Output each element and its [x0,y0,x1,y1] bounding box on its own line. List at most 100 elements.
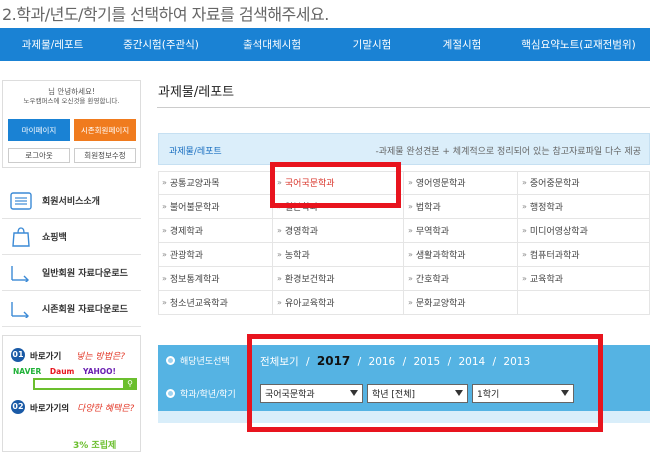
portal-logos: NAVER Daum YAHOO! [13,367,116,376]
double-chevron-icon: » [408,274,413,283]
side-menu-label: 쇼핑백 [42,233,67,243]
nav-item-attendance[interactable]: 출석대체시험 [217,28,327,61]
radio-icon[interactable] [166,356,175,365]
nav-item-summary-notes[interactable]: 핵심요약노트(교재전범위) [507,28,650,61]
banner-number-2: 02 [11,400,25,414]
department-item[interactable]: » 미디어영상학과 [518,219,650,243]
department-label: 영어영문학과 [415,179,466,189]
department-label: 경제학과 [169,227,204,237]
department-label: 경영학과 [284,227,319,237]
department-item[interactable]: » 중어중문학과 [518,171,650,195]
category-header: 과제물/레포트 -과제물 완성견본 + 체계적으로 정리되어 있는 참고자료파일… [158,133,650,165]
department-item[interactable]: » 문화교양학과 [404,291,518,315]
double-chevron-icon: » [522,202,527,211]
department-item[interactable]: » 교육학과 [518,267,650,291]
welcome-text: 노우캠퍼스에 오신것을 환영합니다. [23,97,120,105]
department-item[interactable]: » 공통교양과목 [158,171,273,195]
banner-hand-text-1: 넣는 방법은? [76,352,126,362]
department-item[interactable]: » 경영학과 [273,219,404,243]
double-chevron-icon: » [277,298,282,307]
department-label: 행정학과 [529,203,564,213]
department-item[interactable]: » 농학과 [273,243,404,267]
department-label: 농학과 [284,251,310,261]
department-item[interactable]: » 경제학과 [158,219,273,243]
banner-number-1: 01 [11,348,25,362]
department-item[interactable]: » 관광학과 [158,243,273,267]
double-chevron-icon: » [408,202,413,211]
department-item[interactable]: » 청소년교육학과 [158,291,273,315]
category-header-title: 과제물/레포트 [169,147,222,157]
arrow-right-icon [8,262,34,284]
department-item[interactable]: » 법학과 [404,195,518,219]
banner-bottom-text: 3% 조립제 [73,441,117,451]
logout-button[interactable]: 로그아웃 [8,148,70,163]
radio-icon[interactable] [166,389,175,398]
double-chevron-icon: » [522,250,527,259]
greeting: 님 안녕하세요! [48,87,95,96]
department-item[interactable]: » 행정학과 [518,195,650,219]
side-menu-label: 일반회원 자료다운로드 [42,269,128,279]
banner-text-1: 바로가기 [30,352,62,362]
yahoo-logo: YAHOO! [82,367,116,376]
double-chevron-icon: » [162,226,167,235]
double-chevron-icon: » [277,250,282,259]
double-chevron-icon: » [408,178,413,187]
department-label: 환경보건학과 [284,275,335,285]
double-chevron-icon: » [408,226,413,235]
department-label: 불어불문학과 [169,203,220,213]
title-divider [157,107,650,108]
side-menu-label: 시존회원 자료다운로드 [42,305,128,315]
banner-hand-text-2: 다양한 혜택은? [77,404,135,414]
edit-info-button[interactable]: 회원정보수정 [74,148,136,163]
department-item[interactable]: » 컴퓨터과학과 [518,243,650,267]
department-label: 교육학과 [529,275,564,285]
department-item[interactable]: » 정보통계학과 [158,267,273,291]
department-label: 청소년교육학과 [169,299,228,309]
department-label: 컴퓨터과학과 [529,251,580,261]
department-label: 유아교육학과 [284,299,335,309]
department-item [518,291,650,315]
department-label: 간호학과 [415,275,450,285]
department-label: 정보통계학과 [169,275,220,285]
department-label: 중어중문학과 [529,179,580,189]
department-item[interactable]: » 유아교육학과 [273,291,404,315]
shopping-bag-icon [8,226,34,248]
double-chevron-icon: » [522,178,527,187]
double-chevron-icon: » [408,298,413,307]
side-menu-general-download[interactable]: 일반회원 자료다운로드 [2,255,141,291]
department-item[interactable]: » 무역학과 [404,219,518,243]
banner-search-box[interactable]: ⚲ [33,378,137,390]
login-box: 님 안녕하세요! 노우캠퍼스에 오신것을 환영합니다. 마이페이지 시존회원페이… [2,80,141,168]
nav-item-report[interactable]: 과제물/레포트 [0,28,105,61]
department-item[interactable]: » 환경보건학과 [273,267,404,291]
nav-item-seasonal[interactable]: 계절시험 [417,28,507,61]
double-chevron-icon: » [162,274,167,283]
double-chevron-icon: » [162,250,167,259]
search-icon[interactable]: ⚲ [123,378,137,390]
department-item[interactable]: » 간호학과 [404,267,518,291]
department-label: 법학과 [415,203,441,213]
side-menu-shopping-bag[interactable]: 쇼핑백 [2,219,141,255]
mypage-button[interactable]: 마이페이지 [8,119,70,141]
double-chevron-icon: » [162,178,167,187]
banner-text-2: 바로가기의 [30,404,70,414]
page-title: 과제물/레포트 [158,85,235,100]
list-icon [8,190,34,212]
dept-filter-label: 학과/학년/학기 [166,387,236,400]
bookmark-banner[interactable]: 01 바로가기 넣는 방법은? NAVER Daum YAHOO! ⚲ 02 바… [2,335,141,452]
nav-item-midterm[interactable]: 중간시험(주관식) [105,28,217,61]
nav-item-final[interactable]: 기말시험 [327,28,417,61]
member-page-button[interactable]: 시존회원페이지 [74,119,136,141]
step-title: 2.학과/년도/학기를 선택하여 자료를 검색해주세요. [2,5,329,24]
side-menu-label: 회원서비스소개 [42,197,100,207]
side-menu-member-download[interactable]: 시존회원 자료다운로드 [2,291,141,327]
department-label: 미디어영상학과 [529,227,588,237]
double-chevron-icon: » [277,226,282,235]
side-menu-service-intro[interactable]: 회원서비스소개 [2,183,141,219]
year-filter-label: 해당년도선택 [166,354,230,367]
department-item[interactable]: » 생활과학학과 [404,243,518,267]
department-item[interactable]: » 불어불문학과 [158,195,273,219]
double-chevron-icon: » [162,202,167,211]
category-header-description: -과제물 완성견본 + 체계적으로 정리되어 있는 참고자료파일 다수 제공 [375,147,641,157]
department-item[interactable]: » 영어영문학과 [404,171,518,195]
